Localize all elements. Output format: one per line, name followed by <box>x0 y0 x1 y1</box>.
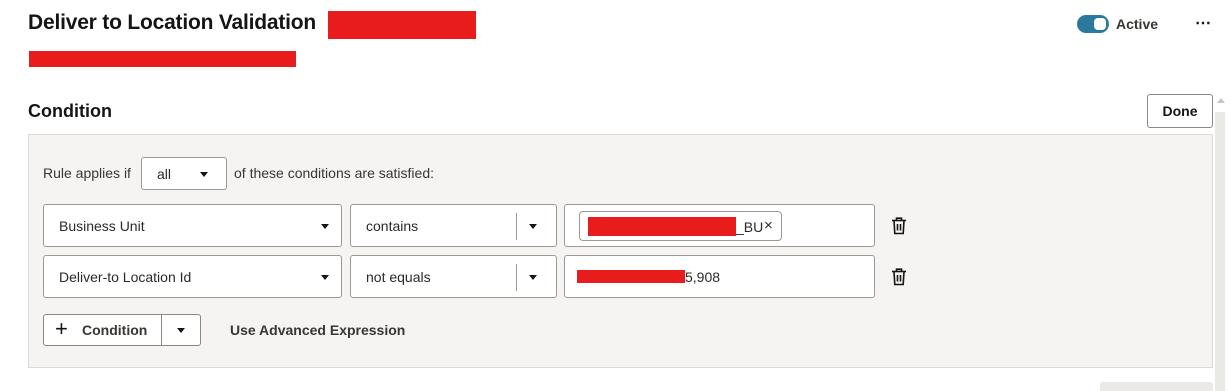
combobox-divider <box>516 264 517 291</box>
operator-select-row-2[interactable]: not equals <box>350 255 557 298</box>
field-value: Deliver-to Location Id <box>59 269 192 285</box>
toggle-knob <box>1094 18 1106 30</box>
rule-prefix-label: Rule applies if <box>43 165 131 181</box>
redacted-title-suffix <box>328 11 476 39</box>
remove-chip-icon[interactable]: × <box>764 217 773 234</box>
rule-suffix-label: of these conditions are satisfied: <box>234 165 435 181</box>
trash-icon[interactable] <box>891 268 907 286</box>
advanced-expression-link[interactable]: Use Advanced Expression <box>230 322 405 338</box>
operator-value: not equals <box>366 269 431 285</box>
scroll-up-icon[interactable] <box>1217 98 1225 103</box>
vertical-scrollbar[interactable] <box>1215 112 1225 391</box>
chevron-down-icon <box>200 172 208 177</box>
combobox-divider <box>516 213 517 240</box>
chevron-down-icon <box>321 275 329 280</box>
field-select-row-2[interactable]: Deliver-to Location Id <box>43 255 342 298</box>
trash-icon[interactable] <box>891 217 907 235</box>
field-select-row-1[interactable]: Business Unit <box>43 204 342 247</box>
redacted-chip-text <box>588 217 736 236</box>
redacted-value-text <box>577 270 685 283</box>
add-condition-button[interactable]: + Condition <box>43 314 201 346</box>
active-label: Active <box>1116 16 1159 32</box>
chip-suffix: _BU <box>736 219 764 235</box>
add-condition-label: Condition <box>82 322 148 338</box>
operator-select-row-1[interactable]: contains <box>350 204 557 247</box>
field-value: Business Unit <box>59 218 145 234</box>
redacted-subtitle <box>29 51 296 67</box>
match-mode-value: all <box>157 166 172 182</box>
footer-edge <box>1100 382 1213 391</box>
more-actions-icon[interactable]: ⋯ <box>1195 13 1212 33</box>
chevron-down-icon <box>321 224 329 229</box>
button-divider <box>161 315 162 345</box>
chevron-down-icon <box>529 275 537 280</box>
page-title: Deliver to Location Validation <box>28 11 317 34</box>
chevron-down-icon[interactable] <box>177 328 185 333</box>
active-toggle[interactable] <box>1077 15 1109 33</box>
value-input-row-2[interactable]: 5,908 <box>564 255 875 298</box>
section-title-condition: Condition <box>28 101 112 121</box>
value-suffix: 5,908 <box>685 269 721 285</box>
operator-value: contains <box>366 218 419 234</box>
value-chip: _BU × <box>579 211 782 241</box>
chevron-down-icon <box>529 224 537 229</box>
plus-icon: + <box>55 316 68 341</box>
match-mode-select[interactable]: all <box>141 157 227 190</box>
done-button[interactable]: Done <box>1147 94 1213 128</box>
